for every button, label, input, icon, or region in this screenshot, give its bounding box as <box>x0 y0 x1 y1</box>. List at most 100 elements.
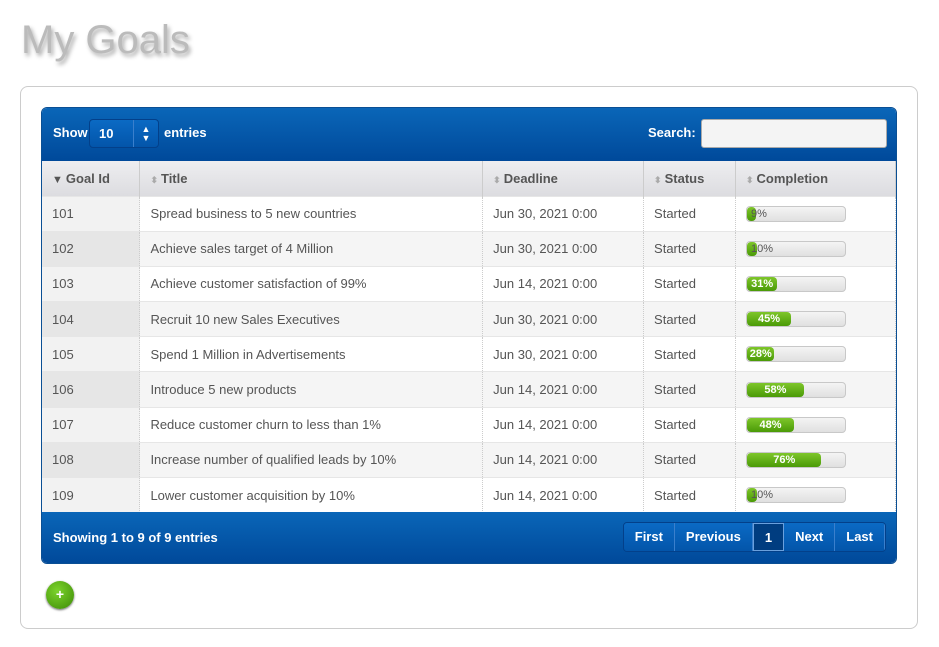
cell-completion: 28% <box>735 336 896 372</box>
progress-label: 10% <box>751 489 774 502</box>
column-header-completion[interactable]: ⬍ Completion <box>735 161 896 196</box>
cell-completion: 10% <box>735 230 896 267</box>
progress-label: 58% <box>764 383 787 396</box>
sort-icon: ⬍ <box>654 174 662 185</box>
cell-status: Started <box>643 406 736 443</box>
column-label: Deadline <box>503 170 558 186</box>
progress-label: 48% <box>759 418 782 431</box>
search-input[interactable] <box>701 119 887 148</box>
cell-deadline: Jun 14, 2021 0:00 <box>482 476 645 513</box>
progress-bar: 48% <box>746 416 846 433</box>
sort-icon: ⬍ <box>150 174 158 185</box>
cell-deadline: Jun 30, 2021 0:00 <box>482 195 645 232</box>
column-header-status[interactable]: ⬍ Status <box>643 161 736 196</box>
progress-bar: 9% <box>746 205 846 222</box>
show-label: Show <box>53 125 88 140</box>
cell-completion: 45% <box>735 301 896 337</box>
cell-status: Started <box>643 195 736 232</box>
column-header-title[interactable]: ⬍ Title <box>139 161 484 196</box>
cell-deadline: Jun 30, 2021 0:00 <box>482 230 645 267</box>
cell-id: 103 <box>42 265 141 302</box>
progress-bar: 58% <box>746 381 846 398</box>
cell-completion: 76% <box>735 441 896 478</box>
page-button-previous[interactable]: Previous <box>674 523 753 551</box>
progress-label: 28% <box>749 348 772 361</box>
cell-title: Introduce 5 new products <box>139 371 484 408</box>
plus-icon: + <box>55 586 65 602</box>
sort-desc-icon: ▼ <box>52 173 63 186</box>
cell-title: Spread business to 5 new countries <box>139 195 484 232</box>
column-header-deadline[interactable]: ⬍ Deadline <box>482 161 645 196</box>
cell-status: Started <box>643 441 736 478</box>
progress-label: 31% <box>751 277 774 290</box>
table-toolbar: Show 10 ▲ ▼ entries Search: <box>42 108 896 161</box>
cell-completion: 48% <box>735 406 896 443</box>
cell-deadline: Jun 14, 2021 0:00 <box>482 441 645 478</box>
table-row[interactable]: 106 Introduce 5 new products Jun 14, 2021 … <box>42 371 896 408</box>
page-button-last[interactable]: Last <box>835 523 885 551</box>
column-label: Completion <box>756 170 829 186</box>
table-row[interactable]: 109 Lower customer acquisition by 10% Jun … <box>42 476 896 513</box>
cell-status: Started <box>643 476 736 513</box>
cell-title: Achieve customer satisfaction of 99% <box>139 265 484 302</box>
pagination: First Previous 1 Next Last <box>622 522 886 552</box>
page-button-1[interactable]: 1 <box>752 523 785 551</box>
progress-label: 9% <box>751 207 767 220</box>
updown-arrows-icon: ▲ ▼ <box>133 120 158 147</box>
progress-label: 76% <box>773 453 796 466</box>
cell-id: 101 <box>42 195 141 232</box>
cell-id: 109 <box>42 476 141 513</box>
cell-completion: 31% <box>735 265 896 302</box>
cell-status: Started <box>643 301 736 337</box>
add-goal-button[interactable]: + <box>46 581 74 609</box>
progress-label: 10% <box>751 242 774 255</box>
progress-bar: 28% <box>746 346 846 363</box>
cell-status: Started <box>643 371 736 408</box>
search-label: Search: <box>648 125 696 140</box>
progress-label: 45% <box>758 313 781 326</box>
cell-completion: 58% <box>735 371 896 408</box>
cell-deadline: Jun 30, 2021 0:00 <box>482 301 645 337</box>
table-row[interactable]: 102 Achieve sales target of 4 Million Jun … <box>42 230 896 267</box>
cell-title: Reduce customer churn to less than 1% <box>139 406 484 443</box>
page-button-next[interactable]: Next <box>784 523 836 551</box>
cell-deadline: Jun 14, 2021 0:00 <box>482 265 645 302</box>
cell-id: 106 <box>42 371 141 408</box>
cell-completion: 9% <box>735 195 896 232</box>
progress-bar: 31% <box>746 275 846 292</box>
cell-title: Increase number of qualified leads by 10… <box>139 441 484 478</box>
cell-id: 102 <box>42 230 141 267</box>
column-label: Title <box>160 170 188 186</box>
progress-bar: 45% <box>746 311 846 328</box>
cell-id: 108 <box>42 441 141 478</box>
table-row[interactable]: 101 Spread business to 5 new countries Jun… <box>42 195 896 232</box>
cell-title: Lower customer acquisition by 10% <box>139 476 484 513</box>
progress-bar: 76% <box>746 451 846 468</box>
cell-status: Started <box>643 336 736 372</box>
table-row[interactable]: 105 Spend 1 Million in Advertisements Jun … <box>42 336 896 372</box>
column-label: Status <box>664 170 705 186</box>
cell-title: Achieve sales target of 4 Million <box>139 230 484 267</box>
table-row[interactable]: 104 Recruit 10 new Sales Executives Jun 30… <box>42 301 896 337</box>
cell-id: 104 <box>42 301 141 337</box>
cell-title: Spend 1 Million in Advertisements <box>139 336 484 372</box>
table-row[interactable]: 108 Increase number of qualified leads by… <box>42 441 896 478</box>
cell-title: Recruit 10 new Sales Executives <box>139 301 484 337</box>
goals-table: Show 10 ▲ ▼ entries Search: ▼ Goal Id ⬍ Title… <box>41 107 897 564</box>
sort-icon: ⬍ <box>493 174 501 185</box>
page-button-first[interactable]: First <box>623 523 675 551</box>
column-header-goal-id[interactable]: ▼ Goal Id <box>42 161 141 196</box>
cell-deadline: Jun 30, 2021 0:00 <box>482 336 645 372</box>
cell-completion: 10% <box>735 476 896 513</box>
progress-bar: 10% <box>746 487 846 504</box>
table-row[interactable]: 107 Reduce customer churn to less than 1%… <box>42 406 896 443</box>
page-size-select[interactable]: 10 ▲ ▼ <box>89 119 159 148</box>
column-label: Goal Id <box>65 170 110 186</box>
page-title: My Goals <box>21 18 190 62</box>
entries-label: entries <box>164 125 207 140</box>
entries-info: Showing 1 to 9 of 9 entries <box>53 530 218 545</box>
progress-bar: 10% <box>746 240 846 257</box>
cell-deadline: Jun 14, 2021 0:00 <box>482 406 645 443</box>
table-row[interactable]: 103 Achieve customer satisfaction of 99% J… <box>42 265 896 302</box>
cell-deadline: Jun 14, 2021 0:00 <box>482 371 645 408</box>
